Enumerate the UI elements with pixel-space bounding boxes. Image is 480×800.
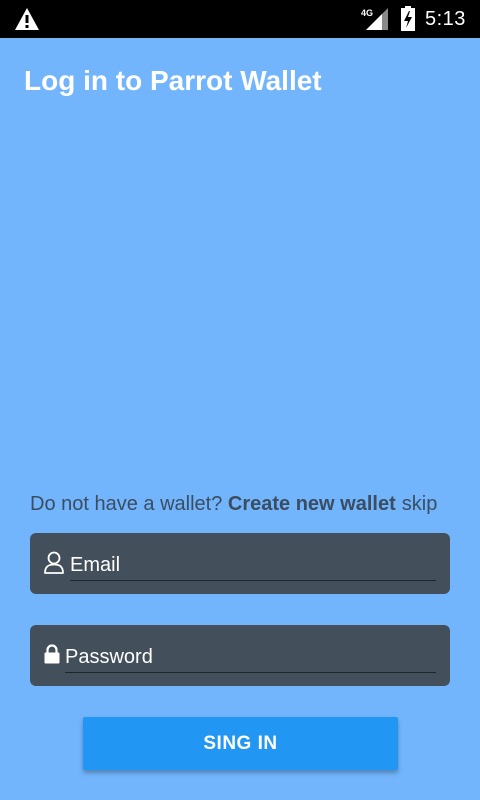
- email-field-container: [30, 533, 450, 594]
- password-field-container: [30, 625, 450, 686]
- signup-row: Do not have a wallet? Create new wallet s…: [30, 493, 437, 516]
- sign-in-button[interactable]: SING IN: [83, 717, 398, 770]
- signup-prompt: Do not have a wallet?: [30, 493, 228, 515]
- page-title: Log in to Parrot Wallet: [24, 65, 322, 96]
- skip-link[interactable]: skip: [402, 493, 438, 515]
- email-input[interactable]: [70, 545, 436, 581]
- signal-icon: 4G: [361, 8, 388, 30]
- battery-charging-icon: [401, 6, 415, 31]
- network-type-label: 4G: [361, 8, 373, 18]
- lock-icon: [44, 644, 60, 664]
- user-icon: [44, 551, 64, 574]
- status-bar: 4G 5:13: [0, 0, 480, 38]
- status-time: 5:13: [425, 8, 466, 30]
- create-wallet-link[interactable]: Create new wallet: [228, 493, 396, 515]
- password-input[interactable]: [65, 637, 436, 673]
- warning-icon: [15, 8, 39, 30]
